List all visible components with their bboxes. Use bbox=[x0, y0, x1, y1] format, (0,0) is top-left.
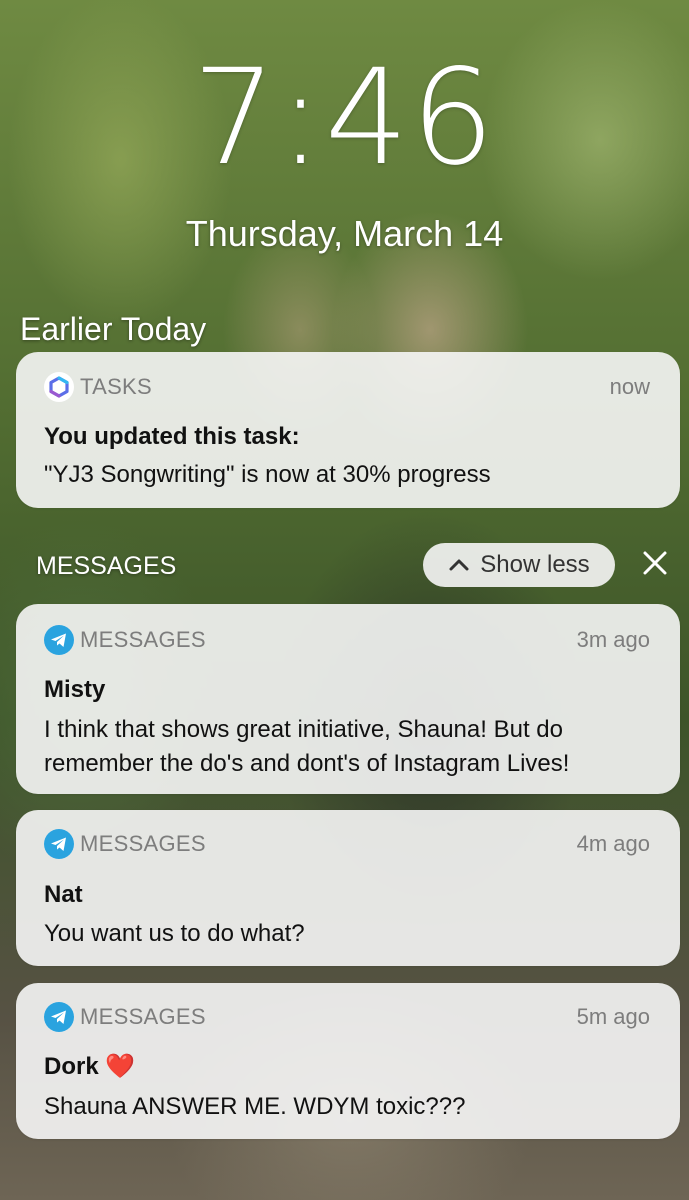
messages-group-label: MESSAGES bbox=[36, 552, 177, 580]
notification-time: 4m ago bbox=[576, 831, 650, 856]
message-notification[interactable]: MESSAGES 3m ago Misty I think that shows… bbox=[16, 604, 680, 794]
tasks-notification[interactable]: TASKS now You updated this task: "YJ3 So… bbox=[16, 352, 680, 508]
message-notification[interactable]: MESSAGES 5m ago Dork ❤️ Shauna ANSWER ME… bbox=[16, 983, 680, 1139]
telegram-icon bbox=[44, 1002, 74, 1032]
message-sender: Misty bbox=[44, 676, 106, 703]
microsoft-todo-icon bbox=[44, 372, 74, 402]
notification-app-name: MESSAGES bbox=[80, 1004, 206, 1029]
notification-app-name: MESSAGES bbox=[80, 831, 206, 856]
message-sender: Nat bbox=[44, 881, 83, 908]
telegram-icon bbox=[44, 829, 74, 859]
notification-title: You updated this task: bbox=[44, 423, 300, 450]
message-notification[interactable]: MESSAGES 4m ago Nat You want us to do wh… bbox=[16, 810, 680, 966]
lockscreen-date: Thursday, March 14 bbox=[185, 213, 504, 254]
notification-section-title: Earlier Today bbox=[20, 311, 207, 347]
notification-body: "YJ3 Songwriting" is now at 30% progress bbox=[44, 461, 491, 488]
telegram-icon bbox=[44, 625, 74, 655]
close-group-button[interactable] bbox=[636, 546, 674, 584]
lockscreen-clock: 7:46 bbox=[192, 41, 497, 195]
notification-app-name: MESSAGES bbox=[80, 627, 206, 652]
message-sender: Dork ❤️ bbox=[44, 1053, 136, 1080]
notification-time: now bbox=[609, 374, 650, 399]
message-body: Shauna ANSWER ME. WDYM toxic??? bbox=[44, 1093, 466, 1120]
notification-time: 5m ago bbox=[576, 1004, 650, 1029]
message-body: You want us to do what? bbox=[44, 920, 305, 947]
show-less-button[interactable]: Show less bbox=[423, 543, 615, 587]
notification-time: 3m ago bbox=[576, 627, 650, 652]
chevron-up-icon bbox=[448, 551, 470, 579]
message-body: I think that shows great initiative, Sha… bbox=[44, 716, 570, 777]
notification-app-name: TASKS bbox=[80, 374, 153, 399]
close-icon bbox=[642, 550, 668, 581]
show-less-label: Show less bbox=[480, 551, 590, 578]
